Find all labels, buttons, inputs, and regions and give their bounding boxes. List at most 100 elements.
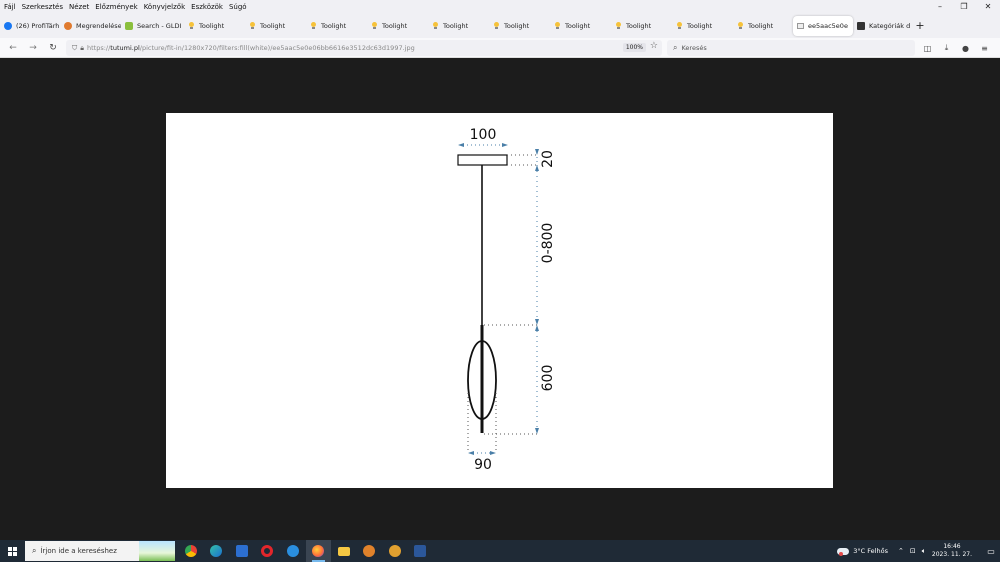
tab-label: Kategóriák d <box>869 21 911 30</box>
zoom-level[interactable]: 100% <box>622 43 646 52</box>
network-icon[interactable]: ⊡ <box>910 547 916 555</box>
menu-icon[interactable]: ≡ <box>977 40 992 56</box>
window-controls: – ❐ ✕ <box>928 0 1000 13</box>
weather-temp: 3°C <box>853 547 866 555</box>
reload-icon[interactable]: ↻ <box>43 39 63 57</box>
tab-toolight[interactable]: Toolight <box>611 16 672 36</box>
tab-label: Toolight <box>382 21 408 30</box>
arrow-up <box>535 165 539 171</box>
taskbar-app[interactable] <box>229 540 255 562</box>
maximize-button[interactable]: ❐ <box>952 0 976 13</box>
dim-label-canopy: 20 <box>540 150 556 168</box>
tab-categories[interactable]: Kategóriák d <box>853 16 911 36</box>
new-tab-button[interactable]: + <box>911 16 929 36</box>
download-icon[interactable]: ⤓ <box>939 40 954 56</box>
u-icon <box>857 21 865 30</box>
arrow-right <box>490 451 496 455</box>
tab-toolight[interactable]: Toolight <box>428 16 489 36</box>
tab-toolight[interactable]: Toolight <box>550 16 611 36</box>
firefox-icon <box>312 545 325 557</box>
taskbar-apps <box>178 540 433 562</box>
lamp-dimension-drawing: 100 20 0-800 600 90 <box>457 127 556 473</box>
account-icon[interactable]: ● <box>958 40 973 56</box>
tab-label: Toolight <box>687 21 713 30</box>
tab-toolight[interactable]: Toolight <box>672 16 733 36</box>
search-bar[interactable]: ⌕ Keresés <box>667 40 915 56</box>
tab-label: Toolight <box>504 21 530 30</box>
menu-bookmarks[interactable]: Könyvjelzők <box>141 3 188 11</box>
arrow-right <box>502 143 508 147</box>
tab-label: Toolight <box>565 21 591 30</box>
dim-label-cable: 0-800 <box>540 223 556 264</box>
tab-search-gldi[interactable]: Search - GLDI <box>121 16 184 36</box>
volume-icon[interactable]: 🔈︎ <box>922 547 926 556</box>
tab-toolight[interactable]: Toolight <box>489 16 550 36</box>
chevron-up-icon[interactable]: ⌃ <box>898 547 904 555</box>
clock-time: 16:46 <box>943 543 961 550</box>
tab-toolight[interactable]: Toolight <box>367 16 428 36</box>
menu-tools[interactable]: Eszközök <box>188 3 226 11</box>
tab-label: Megrendelése <box>76 21 121 30</box>
app-orange-icon <box>363 545 376 557</box>
menu-help[interactable]: Súgó <box>226 3 250 11</box>
bulb-icon <box>249 21 255 30</box>
start-button[interactable] <box>0 540 25 562</box>
menu-file[interactable]: Fájl <box>0 3 19 11</box>
taskbar-app[interactable] <box>255 540 281 562</box>
minimize-button[interactable]: – <box>928 0 952 13</box>
close-window-button[interactable]: ✕ <box>976 0 1000 13</box>
taskbar-app[interactable] <box>382 540 408 562</box>
tab-label: (26) ProfiTárh <box>16 21 60 30</box>
taskbar-app[interactable] <box>178 540 204 562</box>
chrome-icon <box>184 545 197 557</box>
url-prefix: https:// <box>86 44 111 52</box>
menu-view[interactable]: Nézet <box>66 3 92 11</box>
tab-label: Toolight <box>321 21 347 30</box>
taskbar-app-active[interactable] <box>305 540 331 562</box>
menu-history[interactable]: Előzmények <box>92 3 140 11</box>
save-icon <box>235 545 248 557</box>
search-highlight-image <box>139 541 175 561</box>
bulb-icon <box>676 21 682 30</box>
menu-edit[interactable]: Szerkesztés <box>19 3 66 11</box>
clock[interactable]: 16:46 2023. 11. 27. <box>932 543 972 559</box>
arrow-down <box>535 319 539 325</box>
shop-icon <box>64 21 72 30</box>
weather-widget[interactable]: 3°C Felhős <box>837 547 888 556</box>
forward-icon[interactable]: → <box>23 39 43 57</box>
edge-icon <box>210 545 223 557</box>
tab-facebook[interactable]: (26) ProfiTárh <box>0 16 60 36</box>
taskbar-app[interactable] <box>204 540 230 562</box>
taskbar-app[interactable] <box>280 540 306 562</box>
url-bar[interactable]: ⛉ 🔒︎ https:// tutumi.pl /picture/fit-in/… <box>66 40 662 56</box>
tab-label: Toolight <box>748 21 774 30</box>
tab-label: Search - GLDI <box>137 21 182 30</box>
product-image: 100 20 0-800 600 90 <box>166 113 833 488</box>
tab-toolight[interactable]: Toolight <box>733 16 793 36</box>
taskbar-app[interactable] <box>357 540 383 562</box>
page-content: 100 20 0-800 600 90 <box>0 58 1000 540</box>
taskbar-app[interactable] <box>408 540 434 562</box>
bulb-icon <box>371 21 377 30</box>
tab-toolight[interactable]: Toolight <box>245 16 306 36</box>
notification-icon[interactable]: ▭ <box>982 547 1000 556</box>
lock-icon: 🔒︎ <box>80 43 84 52</box>
taskbar-search[interactable]: ⌕ Írjon ide a kereséshez <box>25 541 175 561</box>
tab-toolight[interactable]: Toolight <box>306 16 367 36</box>
file-explorer-icon <box>337 546 350 556</box>
menu-bar: Fájl Szerkesztés Nézet Előzmények Könyvj… <box>0 0 1000 13</box>
back-icon[interactable]: ← <box>3 39 23 57</box>
pocket-icon[interactable]: ◫ <box>920 40 935 56</box>
tab-order[interactable]: Megrendelése <box>60 16 121 36</box>
bulb-icon <box>310 21 316 30</box>
search-placeholder: Keresés <box>681 44 707 52</box>
tab-toolight[interactable]: Toolight <box>184 16 245 36</box>
taskbar-app[interactable] <box>331 540 357 562</box>
bookmark-star-icon[interactable]: ☆ <box>650 41 658 51</box>
taskbar: ⌕ Írjon ide a kereséshez 3°C Felhős ⌃ ⊡ … <box>0 540 1000 562</box>
bulb-icon <box>493 21 499 30</box>
tab-active-image[interactable]: ee5aac5e0e ✕ <box>793 15 853 36</box>
tab-bar: (26) ProfiTárh Megrendelése Search - GLD… <box>0 13 1000 38</box>
system-tray: 3°C Felhős ⌃ ⊡ 🔈︎ 16:46 2023. 11. 27. ▭ <box>837 540 1000 562</box>
arrow-up <box>535 325 539 331</box>
